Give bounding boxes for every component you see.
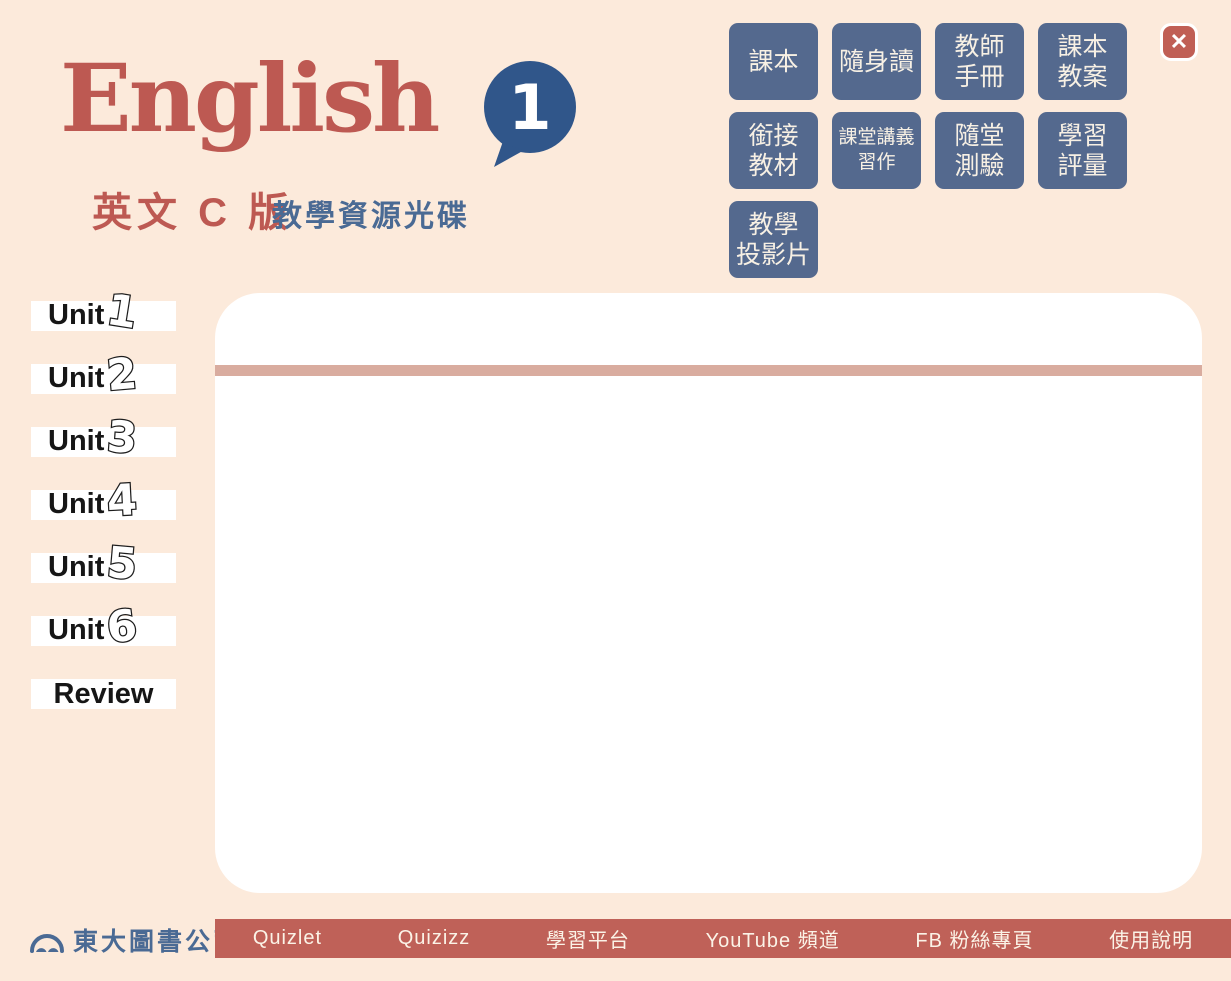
textbook-lesson-plan-button[interactable]: 課本 教案: [1038, 23, 1127, 100]
unit-label: Unit: [48, 552, 104, 583]
sidebar-item-unit-5[interactable]: Unit 5: [31, 553, 176, 583]
unit-label: Unit: [48, 489, 104, 520]
close-icon: ✕: [1170, 29, 1188, 55]
footer-link-quizlet[interactable]: Quizlet: [253, 927, 322, 950]
level-badge: 1: [484, 61, 576, 153]
speech-bubble-tail: [494, 143, 524, 167]
unit-number: 1: [104, 289, 140, 336]
unit-label: Unit: [48, 426, 104, 457]
unit-label: Unit: [48, 300, 104, 331]
footer-link-quizizz[interactable]: Quizizz: [398, 927, 471, 950]
content-panel: [215, 293, 1202, 893]
publisher-logo: 東大圖書公司: [30, 921, 241, 959]
footer-link-bar: Quizlet Quizizz 學習平台 YouTube 頻道 FB 粉絲專頁 …: [215, 919, 1231, 958]
unit-sidebar: Unit 1 Unit 2 Unit 3 Unit 4 Unit 5 Unit …: [31, 301, 176, 709]
sidebar-item-unit-3[interactable]: Unit 3: [31, 427, 176, 457]
sidebar-item-review[interactable]: Review: [31, 679, 176, 709]
unit-label: Unit: [48, 363, 104, 394]
pocket-reader-button[interactable]: 隨身讀: [832, 23, 921, 100]
unit-number: 5: [105, 542, 139, 587]
sidebar-item-unit-1[interactable]: Unit 1: [31, 301, 176, 331]
footer-link-learning-platform[interactable]: 學習平台: [546, 924, 630, 953]
divider-line: [215, 365, 1202, 376]
footer-link-fb-fanpage[interactable]: FB 粉絲專頁: [915, 924, 1033, 953]
sidebar-item-unit-4[interactable]: Unit 4: [31, 490, 176, 520]
unit-label: Unit: [48, 615, 104, 646]
series-label: 英文 C 版: [92, 180, 293, 238]
unit-number: 6: [104, 604, 139, 650]
publisher-arch-icon: [30, 927, 64, 953]
teaching-slides-button[interactable]: 教學 投影片: [729, 201, 818, 278]
bridging-material-button[interactable]: 銜接 教材: [729, 112, 818, 189]
unit-number: 3: [106, 416, 139, 461]
textbook-button[interactable]: 課本: [729, 23, 818, 100]
assessment-button[interactable]: 學習 評量: [1038, 112, 1127, 189]
teacher-manual-button[interactable]: 教師 手冊: [935, 23, 1024, 100]
disc-subtitle: 教學資源光碟: [272, 191, 470, 235]
footer-link-user-guide[interactable]: 使用說明: [1109, 924, 1193, 953]
resource-button-grid: 課本 隨身讀 教師 手冊 課本 教案 銜接 教材 課堂講義 習作 隨堂 測驗 學…: [729, 23, 1127, 278]
sidebar-item-unit-2[interactable]: Unit 2: [31, 364, 176, 394]
unit-number: 2: [105, 353, 139, 398]
class-handout-workbook-button[interactable]: 課堂講義 習作: [832, 112, 921, 189]
level-badge-number: 1: [508, 71, 551, 144]
quiz-button[interactable]: 隨堂 測驗: [935, 112, 1024, 189]
unit-number: 4: [106, 479, 138, 524]
footer-link-youtube-channel[interactable]: YouTube 頻道: [706, 924, 840, 953]
sidebar-item-unit-6[interactable]: Unit 6: [31, 616, 176, 646]
app-logo-title: English: [60, 36, 437, 163]
close-button[interactable]: ✕: [1160, 23, 1198, 61]
